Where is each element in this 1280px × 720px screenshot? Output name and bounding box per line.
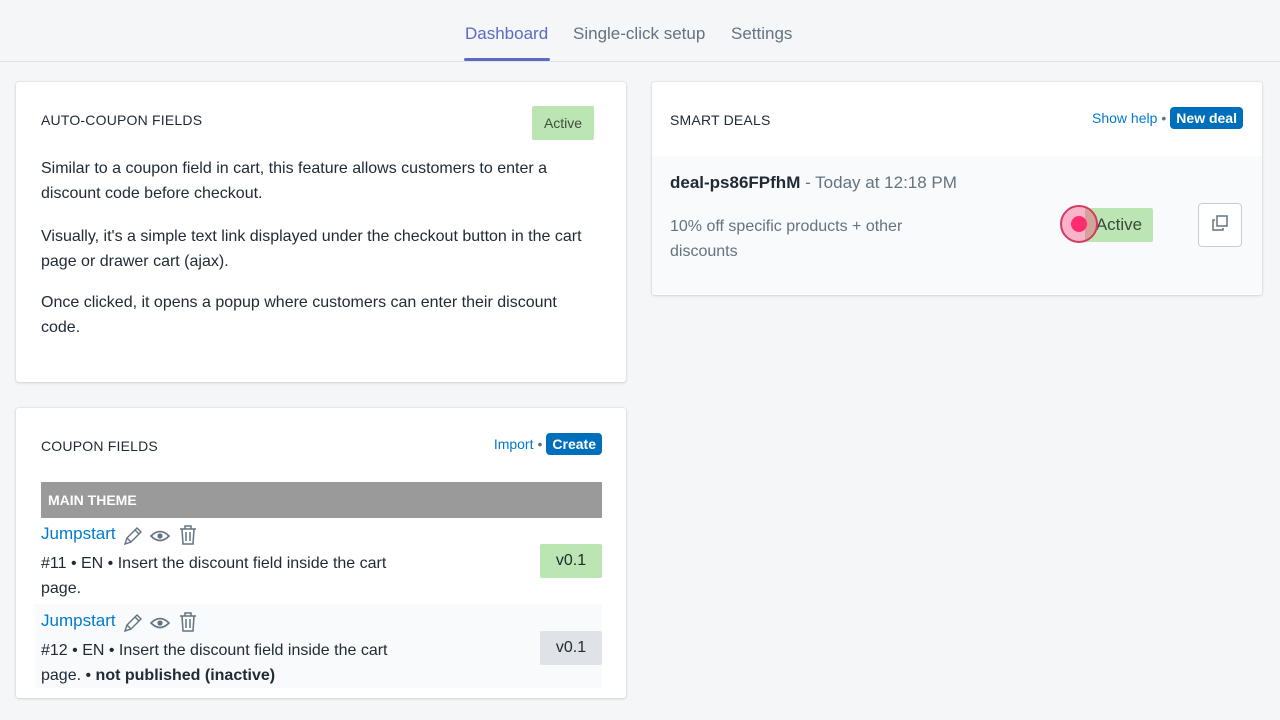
tab-active-indicator: [464, 58, 550, 61]
card-title: COUPON FIELDS: [41, 438, 158, 454]
status-badge: Active: [532, 106, 594, 140]
eye-icon[interactable]: [149, 614, 171, 637]
cursor-indicator: [1060, 205, 1098, 243]
create-button[interactable]: Create: [546, 433, 602, 455]
coupon-actions: Import • Create: [494, 433, 602, 455]
duplicate-button[interactable]: [1198, 203, 1242, 247]
trash-icon[interactable]: [178, 524, 198, 551]
card-title: AUTO-COUPON FIELDS: [41, 112, 203, 128]
tab-dashboard[interactable]: Dashboard: [465, 24, 548, 44]
coupon-name-link[interactable]: Jumpstart: [41, 524, 116, 544]
show-help-link[interactable]: Show help: [1092, 110, 1157, 126]
deal-id: deal-ps86FPfhM: [670, 173, 801, 192]
deal-time: - Today at 12:18 PM: [805, 173, 957, 192]
import-link[interactable]: Import: [494, 436, 534, 452]
card-title: SMART DEALS: [670, 112, 771, 128]
unpublished-note: not published (inactive): [95, 667, 276, 684]
deal-description: 10% off specific products + other discou…: [670, 218, 903, 260]
deal-heading: deal-ps86FPfhM - Today at 12:18 PM: [670, 173, 957, 193]
separator: •: [537, 436, 543, 452]
tabs-bar: Dashboard Single-click setup Settings: [0, 0, 1280, 62]
pencil-icon[interactable]: [122, 612, 144, 639]
eye-icon[interactable]: [149, 527, 171, 550]
version-badge: v0.1: [540, 544, 602, 578]
duplicate-icon: [1211, 214, 1229, 237]
new-deal-button[interactable]: New deal: [1170, 107, 1243, 129]
description-paragraph: Once clicked, it opens a popup where cus…: [41, 294, 557, 336]
description-paragraph: Similar to a coupon field in cart, this …: [41, 160, 548, 202]
coupon-name-link[interactable]: Jumpstart: [41, 611, 116, 631]
tab-settings[interactable]: Settings: [731, 24, 792, 44]
tab-single-click-setup[interactable]: Single-click setup: [573, 24, 705, 44]
theme-header: MAIN THEME: [41, 482, 602, 518]
coupon-description: #11 • EN • Insert the discount field ins…: [41, 555, 387, 597]
trash-icon[interactable]: [178, 611, 198, 638]
separator: •: [1161, 110, 1167, 126]
version-badge: v0.1: [540, 631, 602, 665]
smart-deals-actions: Show help • New deal: [1092, 107, 1243, 129]
coupon-description: #12 • EN • Insert the discount field ins…: [41, 638, 411, 688]
auto-coupon-card: AUTO-COUPON FIELDS Active Similar to a c…: [16, 82, 626, 382]
description-paragraph: Visually, it's a simple text link displa…: [41, 228, 582, 270]
pencil-icon[interactable]: [122, 525, 144, 552]
